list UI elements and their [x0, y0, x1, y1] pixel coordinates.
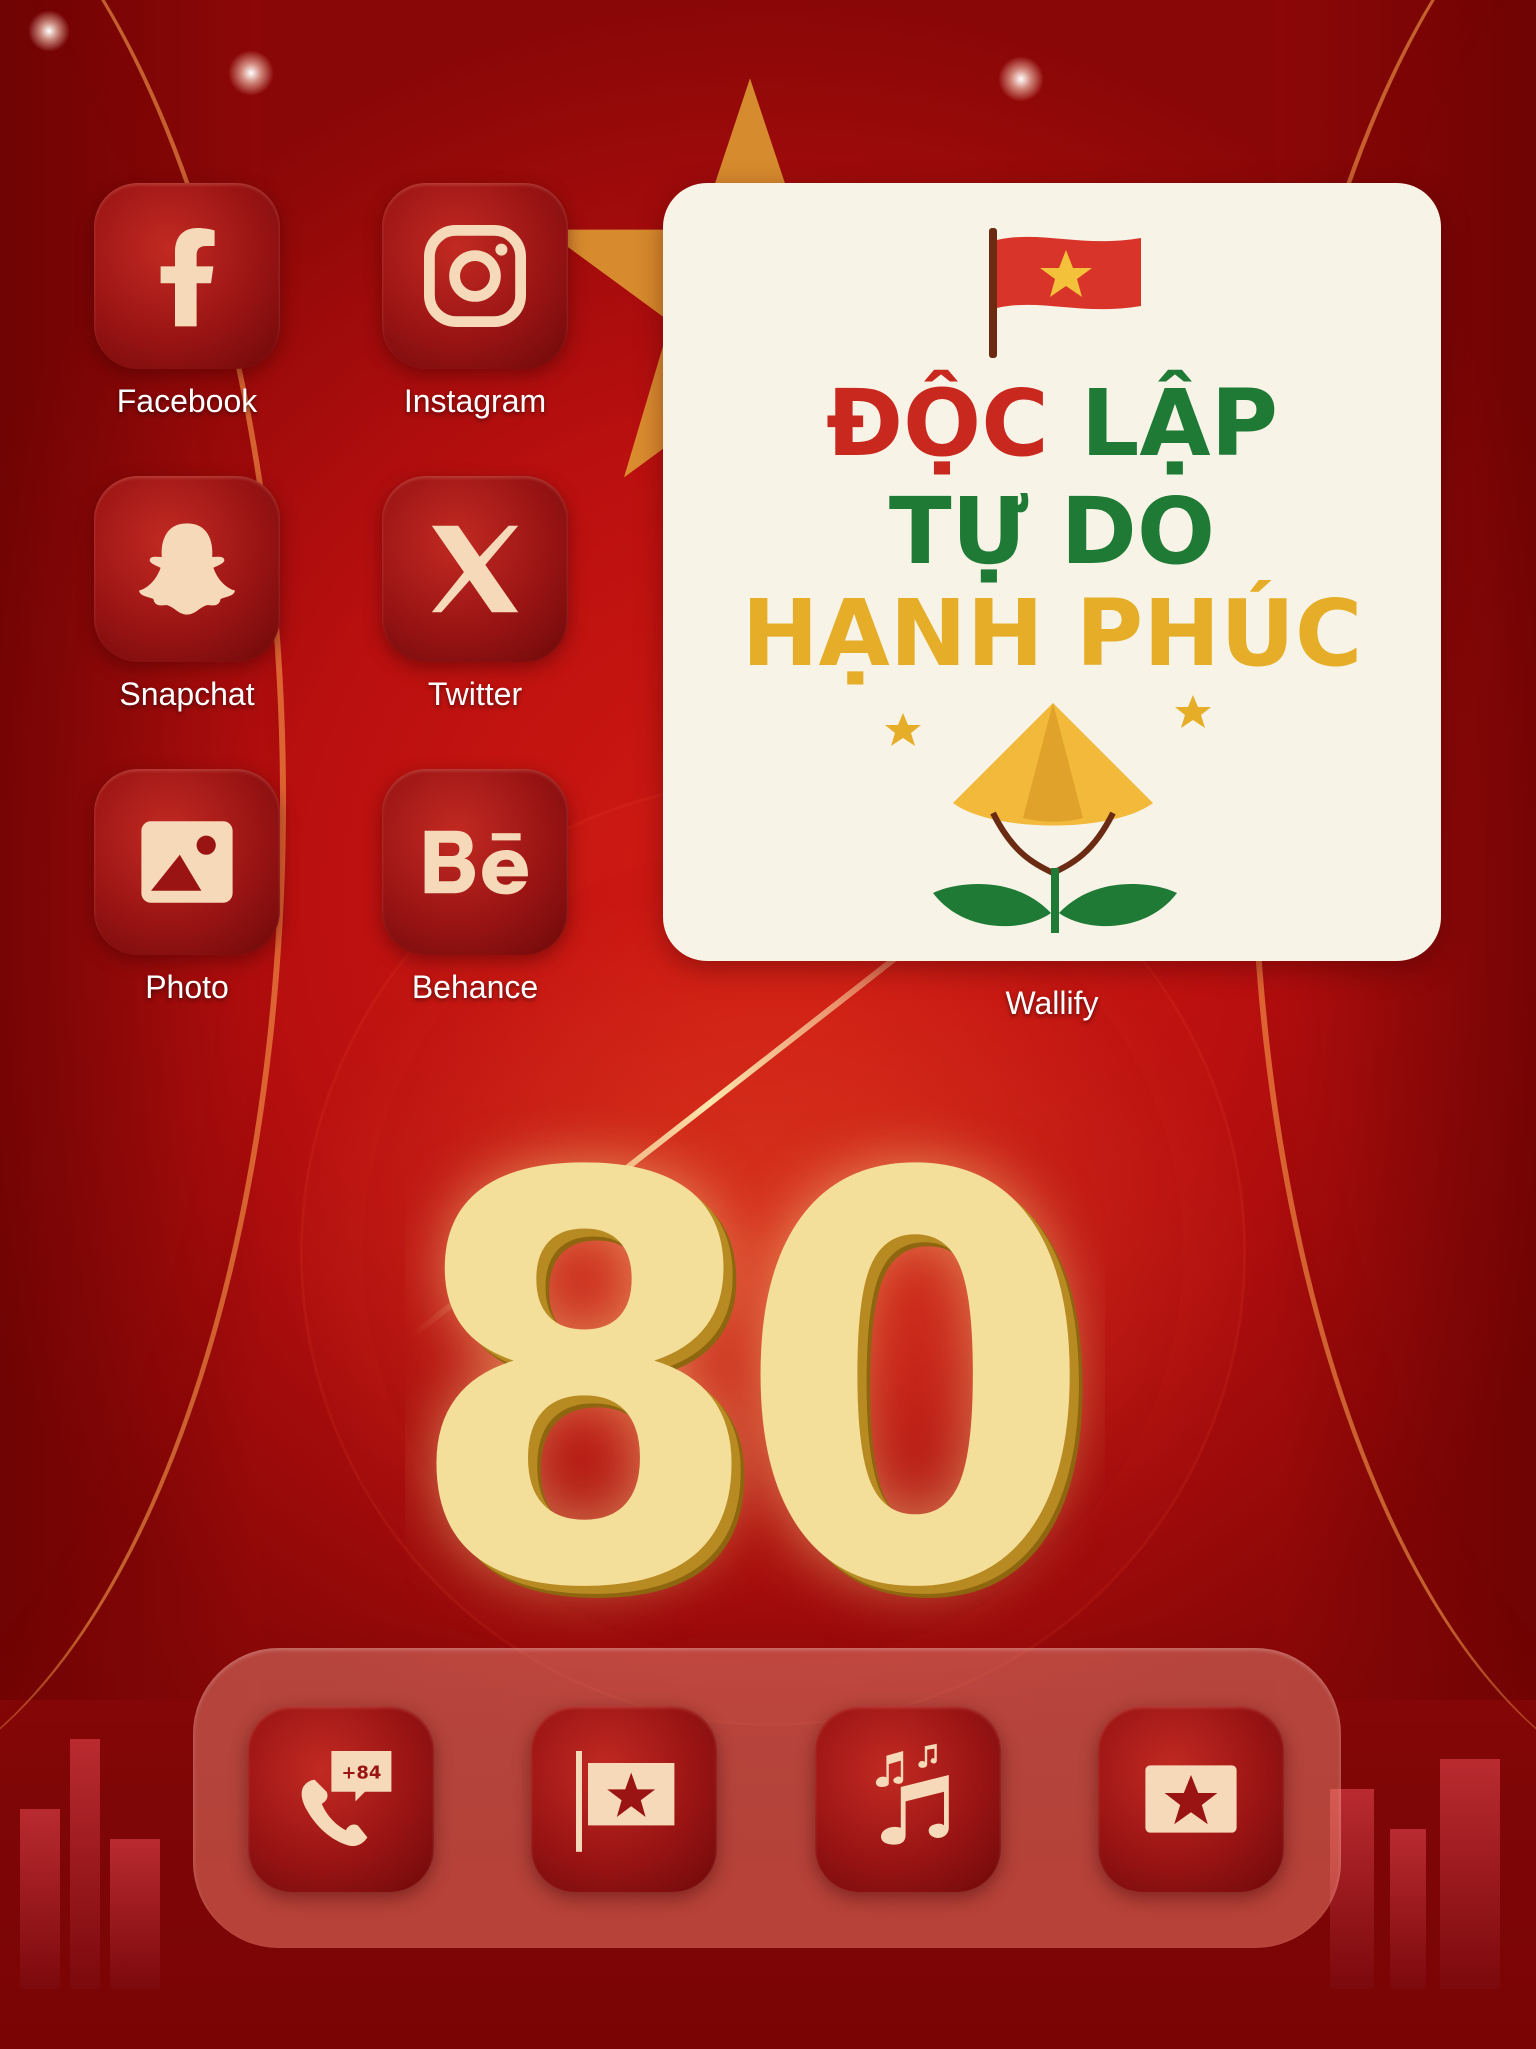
flag-icon: [576, 1751, 675, 1852]
dock-app-star[interactable]: [1098, 1706, 1284, 1892]
twitter-x-icon: [431, 525, 519, 613]
app-label: Behance: [411, 969, 539, 1005]
photo-icon: [141, 821, 233, 903]
wallify-widget[interactable]: ĐỘC LẬP TỰ DO HẠNH PHÚC: [663, 183, 1441, 961]
app-label: Instagram: [403, 383, 547, 419]
dock-app-phone[interactable]: +84: [248, 1706, 434, 1892]
dock-app-music[interactable]: [815, 1706, 1001, 1892]
app-label: Snapchat: [119, 676, 255, 712]
slogan-word-doc: ĐỘC: [825, 370, 1049, 477]
instagram-icon: [424, 225, 526, 327]
behance-icon: [424, 830, 528, 895]
app-label: Twitter: [427, 676, 523, 712]
slogan-line-2: TỰ DO: [888, 478, 1216, 585]
music-icon: [875, 1743, 949, 1845]
dock-app-flag[interactable]: [531, 1706, 717, 1892]
anniversary-number: 80: [405, 1105, 1094, 1650]
dock: +84: [193, 1648, 1341, 1948]
slogan-line-3: HẠNH PHÚC: [741, 580, 1363, 687]
snapchat-icon: [139, 523, 235, 615]
app-facebook[interactable]: Facebook: [92, 183, 282, 420]
conical-hat-flower-icon: [885, 695, 1211, 933]
app-instagram[interactable]: Instagram: [380, 183, 570, 420]
facebook-icon: [160, 228, 215, 327]
phone-badge-text: +84: [341, 1763, 381, 1784]
sparkle: [28, 10, 70, 52]
sparkle: [228, 50, 274, 96]
app-label: Facebook: [116, 383, 258, 419]
app-snapchat[interactable]: Snapchat: [92, 476, 282, 713]
vietnam-flag-icon: [989, 228, 1141, 358]
slogan-line-1: ĐỘC LẬP: [663, 378, 1441, 470]
app-behance[interactable]: Behance: [380, 769, 570, 1006]
slogan-word-lap: LẬP: [1080, 370, 1279, 477]
app-photo[interactable]: Photo: [92, 769, 282, 1006]
sparkle: [998, 56, 1044, 102]
widget-label: Wallify: [1005, 985, 1099, 1021]
star-icon: [1145, 1765, 1237, 1833]
phone-icon: +84: [301, 1751, 392, 1847]
app-label: Photo: [145, 969, 229, 1005]
app-twitter[interactable]: Twitter: [380, 476, 570, 713]
